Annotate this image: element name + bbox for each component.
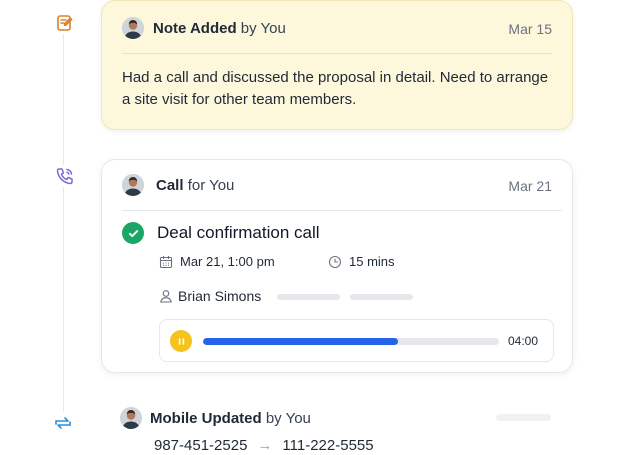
divider — [122, 53, 552, 54]
pause-button[interactable] — [170, 330, 192, 352]
note-date: Mar 15 — [508, 21, 552, 37]
call-datetime: Mar 21, 1:00 pm — [159, 254, 275, 269]
call-duration: 15 mins — [328, 254, 395, 269]
call-subject: Deal confirmation call — [157, 223, 320, 242]
placeholder-bar — [277, 294, 340, 300]
contact-name: Brian Simons — [178, 288, 262, 304]
edit-note-icon — [54, 12, 76, 34]
call-date: Mar 21 — [508, 178, 552, 194]
call-header: Call for You — [156, 177, 234, 194]
call-duration-text: 15 mins — [349, 254, 395, 269]
note-body: Had a call and discussed the proposal in… — [122, 69, 549, 108]
call-contact[interactable]: Brian Simons — [159, 288, 261, 304]
mobile-update-title: Mobile Updated — [150, 410, 262, 427]
note-title: Note Added — [153, 20, 237, 37]
note-author: by You — [240, 20, 286, 37]
call-title: Call — [156, 177, 184, 194]
divider — [122, 210, 562, 211]
mobile-update-header: Mobile Updated by You — [150, 410, 311, 427]
calendar-icon — [159, 255, 173, 268]
mobile-update-author: by You — [265, 410, 311, 427]
timeline-line — [63, 34, 64, 414]
clock-icon — [328, 255, 342, 268]
audio-player: 04:00 — [159, 319, 554, 362]
note-header: Note Added by You — [153, 20, 286, 37]
audio-progress-track[interactable] — [203, 338, 499, 345]
pause-icon — [178, 337, 184, 345]
phone-change: 987-451-2525 → 111-222-5555 — [154, 437, 374, 454]
arrow-right-icon: → — [257, 437, 273, 454]
phone-call-icon — [54, 165, 76, 187]
audio-progress-fill — [203, 338, 399, 345]
call-datetime-text: Mar 21, 1:00 pm — [180, 254, 275, 269]
avatar — [120, 407, 142, 429]
user-icon — [160, 290, 172, 303]
audio-length: 04:00 — [508, 334, 539, 348]
avatar — [122, 17, 144, 39]
placeholder-bar — [496, 414, 551, 421]
avatar — [122, 174, 144, 196]
sync-icon — [52, 412, 74, 434]
old-phone: 987-451-2525 — [154, 437, 248, 454]
note-card[interactable]: Note Added by You Mar 15 Had a call and … — [101, 0, 573, 130]
placeholder-bar — [350, 294, 413, 300]
call-card[interactable]: Call for You Mar 21 Deal confirmation ca… — [101, 159, 573, 373]
call-assignee: for You — [187, 177, 235, 194]
new-phone: 111-222-5555 — [282, 437, 374, 454]
check-circle-icon — [122, 222, 144, 244]
